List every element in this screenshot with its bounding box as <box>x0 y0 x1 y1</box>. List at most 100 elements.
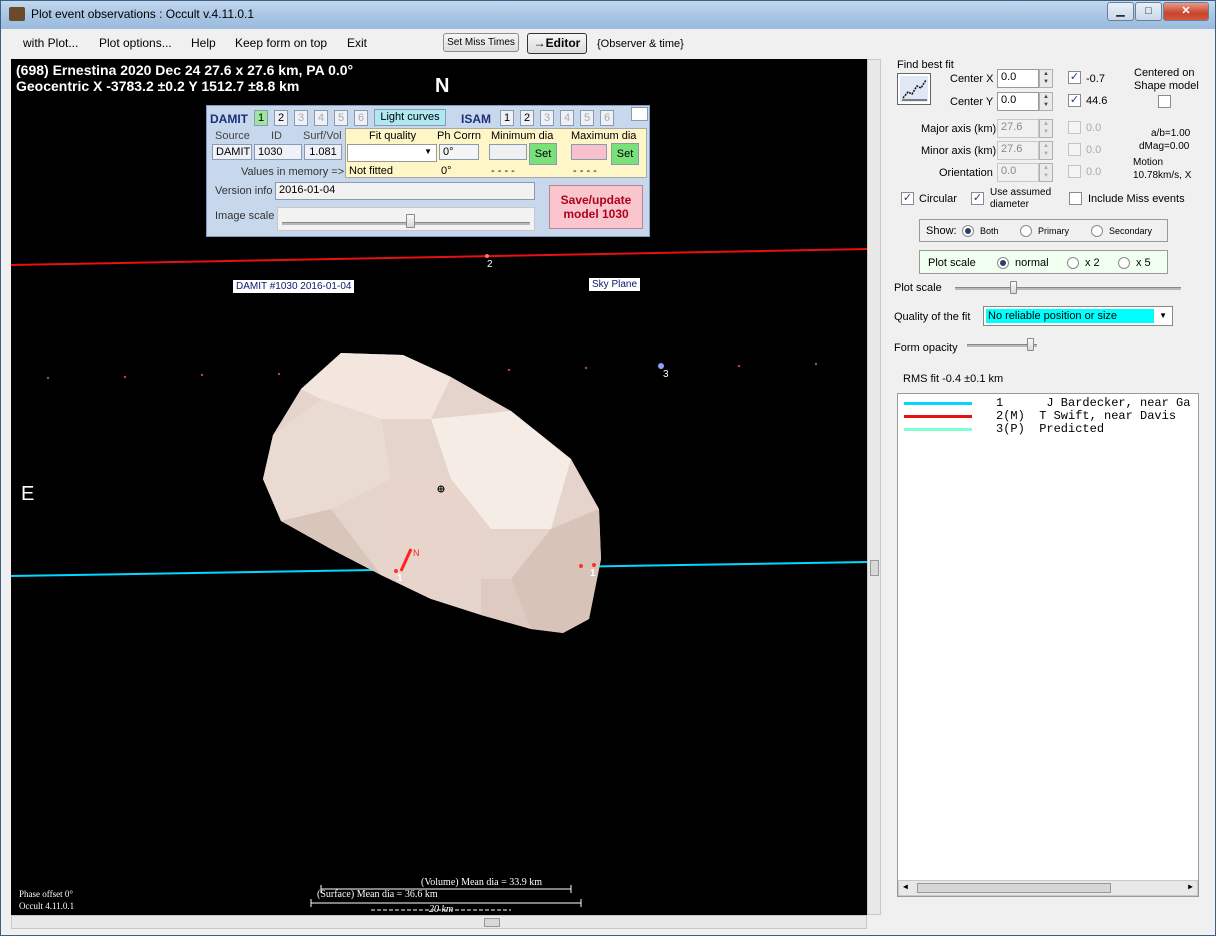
damit-num-4[interactable]: 4 <box>314 110 328 126</box>
damit-num-6[interactable]: 6 <box>354 110 368 126</box>
editor-button[interactable]: →Editor <box>527 33 587 54</box>
minor-axis-checkbox[interactable] <box>1068 143 1081 156</box>
include-miss-checkbox[interactable] <box>1069 192 1082 205</box>
damit-num-3[interactable]: 3 <box>294 110 308 126</box>
find-best-fit-label: Find best fit <box>897 59 954 71</box>
close-button[interactable]: ✕ <box>1163 2 1209 21</box>
find-best-fit-button[interactable] <box>897 73 931 105</box>
menu-keep-on-top[interactable]: Keep form on top <box>235 36 327 50</box>
orientation-spinner[interactable]: ▲ ▼ <box>1039 163 1053 182</box>
not-fitted-label: Not fitted <box>349 165 394 177</box>
form-opacity-thumb[interactable] <box>1027 338 1034 351</box>
show-both-radio[interactable] <box>962 225 974 237</box>
shape-model-label: Shape model <box>1134 80 1199 92</box>
light-curves-button[interactable]: Light curves <box>374 109 446 126</box>
app-icon <box>9 7 25 21</box>
centered-on-shape-checkbox[interactable] <box>1158 95 1171 108</box>
observer-legend-list[interactable]: 1 J Bardecker, near Ga 2(M) T Swift, nea… <box>897 393 1199 897</box>
center-y-spinner[interactable]: ▲ ▼ <box>1039 92 1053 111</box>
center-x-label: Center X <box>950 73 994 85</box>
center-x-residual: -0.7 <box>1086 73 1105 85</box>
legend-hscrollbar[interactable]: ◀ ▶ <box>898 880 1198 896</box>
legend-row[interactable]: 2(M) T Swift, near Davis <box>902 409 1198 423</box>
menu-bar: with Plot... Plot options... Help Keep f… <box>1 29 1215 57</box>
circular-checkbox[interactable]: ✓ <box>901 192 914 205</box>
show-primary-radio[interactable] <box>1020 225 1032 237</box>
plot-vscrollbar[interactable] <box>867 59 881 915</box>
center-x-checkbox[interactable]: ✓ <box>1068 71 1081 84</box>
scale-normal-radio[interactable] <box>997 257 1009 269</box>
plot-hscroll-thumb[interactable] <box>484 918 500 927</box>
isam-num-4[interactable]: 4 <box>560 110 574 126</box>
minor-axis-spinner[interactable]: ▲ ▼ <box>1039 141 1053 160</box>
save-update-model-id: model 1030 <box>563 207 629 221</box>
legend-row[interactable]: 3(P) Predicted <box>902 422 1198 436</box>
show-secondary-radio[interactable] <box>1091 225 1103 237</box>
set-miss-times-button[interactable]: Set Miss Times <box>443 33 519 52</box>
center-x-input[interactable]: 0.0 <box>997 69 1039 88</box>
version-info-input[interactable]: 2016-01-04 <box>275 182 535 200</box>
damit-num-2[interactable]: 2 <box>274 110 288 126</box>
min-dia-set-button[interactable]: Set <box>529 143 557 165</box>
major-axis-input[interactable]: 27.6 <box>997 119 1039 138</box>
minimize-button[interactable]: ▁ <box>1107 2 1134 21</box>
damit-close-button[interactable] <box>631 107 648 121</box>
menu-exit[interactable]: Exit <box>347 36 367 50</box>
form-opacity-slider[interactable] <box>965 338 1039 354</box>
scroll-right-icon[interactable]: ▶ <box>1188 882 1193 892</box>
legend-hscroll-thumb[interactable] <box>917 883 1111 893</box>
scale-x2-radio[interactable] <box>1067 257 1079 269</box>
chart-icon <box>900 76 928 102</box>
surf-vol-header: Surf/Vol <box>303 130 342 142</box>
legend-text: 3(P) Predicted <box>996 422 1105 436</box>
orientation-input[interactable]: 0.0 <box>997 163 1039 182</box>
scroll-left-icon[interactable]: ◀ <box>903 882 908 892</box>
center-y-label: Center Y <box>950 96 994 108</box>
major-axis-checkbox[interactable] <box>1068 121 1081 134</box>
max-dia-set-button[interactable]: Set <box>611 143 639 165</box>
isam-num-2[interactable]: 2 <box>520 110 534 126</box>
quality-of-fit-select[interactable]: No reliable position or size ▼ <box>983 306 1173 326</box>
image-scale-slider[interactable] <box>277 207 535 231</box>
main-window: Plot event observations : Occult v.4.11.… <box>0 0 1216 936</box>
isam-num-5[interactable]: 5 <box>580 110 594 126</box>
isam-num-6[interactable]: 6 <box>600 110 614 126</box>
use-assumed-diameter-checkbox[interactable]: ✓ <box>971 192 984 205</box>
center-y-input[interactable]: 0.0 <box>997 92 1039 111</box>
chord-label-2: 2 <box>487 259 493 270</box>
plot-hscrollbar[interactable] <box>11 915 867 929</box>
damit-num-1[interactable]: 1 <box>254 110 268 126</box>
asteroid-shape <box>263 353 601 633</box>
maximize-button[interactable]: □ <box>1135 2 1162 21</box>
fit-quality-select[interactable]: ▼ <box>347 144 437 162</box>
save-update-model-button[interactable]: Save/update model 1030 <box>549 185 643 229</box>
version-info-label: Version info <box>215 185 273 197</box>
max-dia-header: Maximum dia <box>571 130 637 142</box>
isam-num-1[interactable]: 1 <box>500 110 514 126</box>
center-y-checkbox[interactable]: ✓ <box>1068 94 1081 107</box>
plot-scale-slider[interactable] <box>953 280 1183 298</box>
rms-fit-label: RMS fit -0.4 ±0.1 km <box>903 373 1004 385</box>
menu-with-plot[interactable]: with Plot... <box>23 36 78 50</box>
max-dia-input[interactable] <box>571 144 607 160</box>
fit-quality-header: Fit quality <box>369 130 417 142</box>
scale-x5-radio[interactable] <box>1118 257 1130 269</box>
damit-num-5[interactable]: 5 <box>334 110 348 126</box>
orientation-checkbox[interactable] <box>1068 165 1081 178</box>
plot-vscroll-thumb[interactable] <box>870 560 879 576</box>
plot-scale-thumb[interactable] <box>1010 281 1017 294</box>
max-dia-memory: - - - - <box>573 165 597 177</box>
form-opacity-label: Form opacity <box>894 342 958 354</box>
legend-row[interactable]: 1 J Bardecker, near Ga <box>902 396 1198 410</box>
minor-axis-input[interactable]: 27.6 <box>997 141 1039 160</box>
image-scale-thumb[interactable] <box>406 214 415 228</box>
min-dia-input[interactable] <box>489 144 527 160</box>
min-dia-memory: - - - - <box>491 165 515 177</box>
isam-num-3[interactable]: 3 <box>540 110 554 126</box>
major-axis-spinner[interactable]: ▲ ▼ <box>1039 119 1053 138</box>
center-x-spinner[interactable]: ▲ ▼ <box>1039 69 1053 88</box>
motion-label: Motion <box>1133 157 1164 168</box>
menu-help[interactable]: Help <box>191 36 216 50</box>
values-in-memory-label: Values in memory => <box>241 166 345 178</box>
menu-plot-options[interactable]: Plot options... <box>99 36 172 50</box>
